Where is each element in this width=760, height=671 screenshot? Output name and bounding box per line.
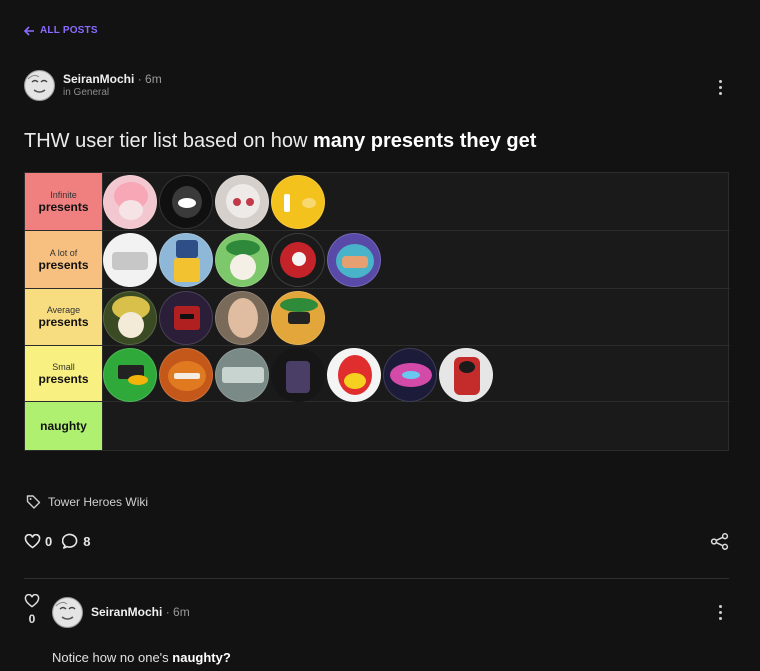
share-button[interactable]: [710, 533, 729, 555]
user-avatar-token: [271, 175, 325, 229]
user-avatar-token: [327, 348, 381, 402]
tier-label: A lot of presents: [25, 231, 103, 288]
comment-icon: [62, 533, 78, 549]
arrow-left-icon: [24, 25, 34, 36]
tier-label-big: presents: [38, 371, 89, 386]
all-posts-label: ALL POSTS: [40, 25, 98, 36]
tier-label: Average presents: [25, 289, 103, 345]
tier-items: [103, 173, 730, 230]
avatar-face-icon: [53, 598, 82, 627]
user-avatar-token: [215, 291, 269, 345]
user-avatar-token: [271, 291, 325, 345]
post-reactions: 0 8: [24, 533, 90, 549]
like-button[interactable]: 0: [24, 533, 53, 549]
user-avatar-token: [159, 348, 213, 402]
heart-icon: [24, 533, 41, 548]
tier-label-big: presents: [38, 199, 89, 214]
tier-label-big: presents: [38, 257, 89, 272]
reply-body: Notice how no one's naughty?: [52, 650, 231, 665]
reply-author[interactable]: SeiranMochi: [91, 605, 162, 619]
comment-count: 8: [83, 533, 91, 549]
user-avatar-token: [159, 233, 213, 287]
post-time: 6m: [145, 72, 162, 87]
share-icon: [710, 533, 729, 550]
user-avatar-token: [103, 291, 157, 345]
tier-row-average: Average presents: [25, 289, 730, 346]
tag-label: Tower Heroes Wiki: [48, 494, 149, 509]
post-author[interactable]: SeiranMochi: [63, 72, 134, 86]
post-title: THW user tier list based on how many pre…: [24, 130, 536, 153]
reply-like-count: 0: [28, 612, 36, 626]
tier-label-small: A lot of: [49, 247, 78, 258]
tier-list-image: Infinite presents A lot of presents Aver…: [24, 172, 730, 451]
reply-body-bold: naughty?: [172, 650, 231, 665]
tag-icon: [26, 495, 41, 509]
avatar-face-icon: [25, 71, 54, 100]
reply-time: 6m: [173, 605, 190, 620]
user-avatar-token: [103, 175, 157, 229]
user-avatar-token: [271, 348, 325, 402]
post-title-bold: many presents they get: [313, 130, 537, 152]
tier-label-small: Small: [52, 361, 75, 372]
tier-items: [103, 289, 730, 345]
user-avatar-token: [327, 233, 381, 287]
tier-row-infinite: Infinite presents: [25, 173, 730, 231]
post-header: SeiranMochi · 6m in General: [24, 70, 162, 101]
tier-label: Small presents: [25, 346, 103, 401]
user-avatar-token: [271, 233, 325, 287]
meta-separator: ·: [165, 605, 170, 620]
post-title-plain: THW user tier list based on how: [24, 130, 313, 152]
user-avatar-token: [215, 348, 269, 402]
tier-row-naughty: naughty: [25, 402, 730, 450]
post-tag[interactable]: Tower Heroes Wiki: [26, 494, 148, 509]
user-avatar-token: [383, 348, 437, 402]
divider: [24, 578, 729, 579]
tier-items: [103, 346, 730, 402]
user-avatar-token: [215, 233, 269, 287]
user-avatar-token: [159, 175, 213, 229]
avatar[interactable]: [52, 597, 83, 628]
meta-separator: ·: [137, 72, 142, 87]
user-avatar-token: [215, 175, 269, 229]
tier-label-small: Infinite: [50, 189, 77, 200]
reply-body-plain: Notice how no one's: [52, 650, 173, 665]
post-category[interactable]: in General: [63, 87, 162, 99]
tier-row-a-lot: A lot of presents: [25, 231, 730, 289]
reply-header: SeiranMochi · 6m: [52, 597, 190, 628]
avatar[interactable]: [24, 70, 55, 101]
user-avatar-token: [159, 291, 213, 345]
tier-label-small: Average: [46, 305, 81, 315]
like-count: 0: [45, 533, 53, 549]
tier-items: [103, 402, 730, 450]
reply-more-options-icon[interactable]: [715, 605, 725, 620]
tier-items: [103, 231, 730, 288]
reply-like-button[interactable]: 0: [24, 594, 40, 626]
user-avatar-token: [439, 348, 493, 402]
tier-label: naughty: [25, 402, 103, 450]
all-posts-link[interactable]: ALL POSTS: [24, 25, 98, 36]
tier-label: Infinite presents: [25, 173, 103, 230]
post-more-options-icon[interactable]: [715, 80, 725, 95]
heart-icon: [24, 594, 40, 608]
user-avatar-token: [103, 348, 157, 402]
tier-label-big: naughty: [40, 419, 87, 433]
tier-row-small: Small presents: [25, 346, 730, 402]
user-avatar-token: [103, 233, 157, 287]
tier-label-big: presents: [38, 315, 89, 329]
comment-button[interactable]: 8: [62, 533, 90, 549]
